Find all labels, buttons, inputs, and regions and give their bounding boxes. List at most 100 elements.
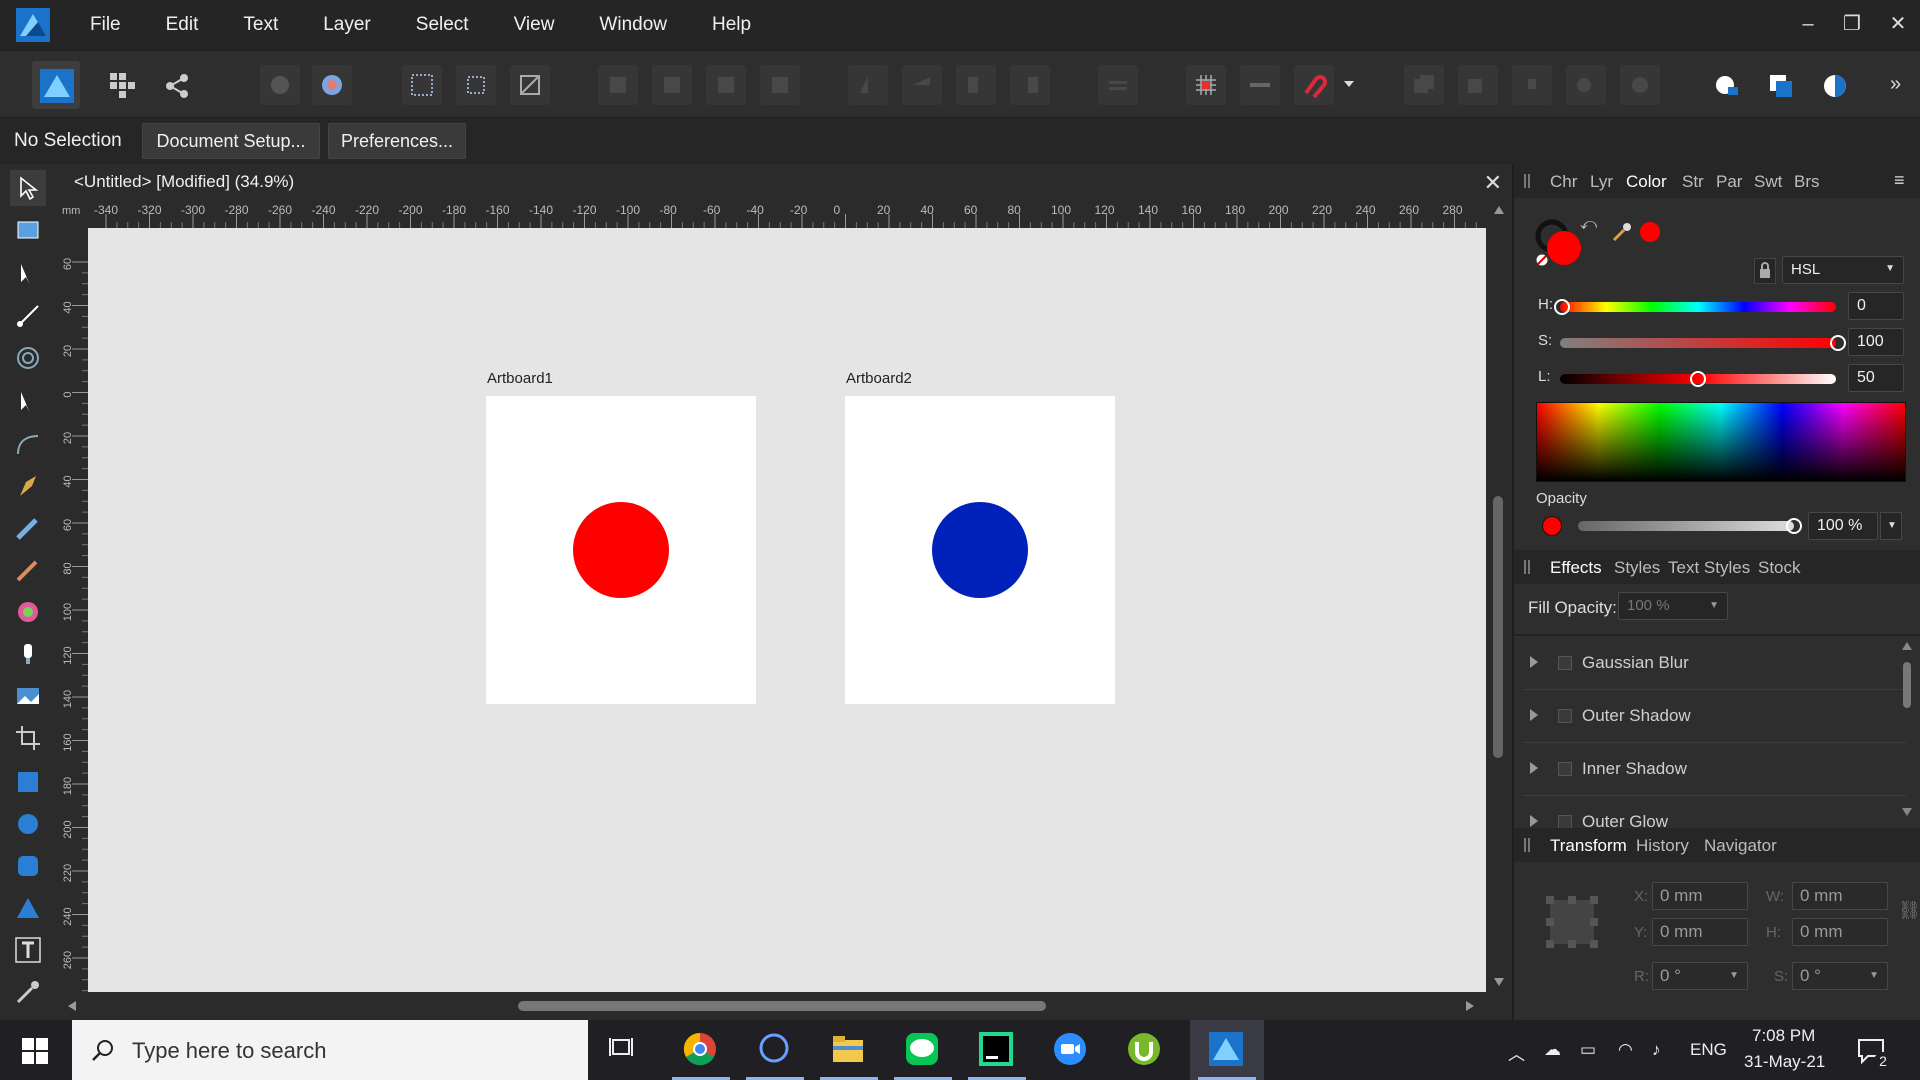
panel-menu-icon[interactable]: ≡ bbox=[1894, 170, 1905, 191]
panel-grip-icon[interactable] bbox=[1524, 560, 1530, 574]
onedrive-cloud-icon[interactable]: ☁ bbox=[1544, 1040, 1561, 1060]
tab-stock[interactable]: Stock bbox=[1758, 558, 1801, 578]
affinity-designer-taskbar-button[interactable] bbox=[1190, 1020, 1264, 1080]
menu-layer[interactable]: Layer bbox=[323, 14, 371, 36]
point-transform-tool[interactable] bbox=[10, 298, 46, 334]
snapping-grid-button[interactable] bbox=[1186, 65, 1226, 105]
assets-button[interactable] bbox=[260, 65, 300, 105]
task-view-button[interactable] bbox=[588, 1020, 662, 1080]
effect-inner-shadow[interactable]: Inner Shadow bbox=[1522, 744, 1906, 796]
menu-file[interactable]: File bbox=[90, 14, 121, 36]
effect-checkbox[interactable] bbox=[1558, 656, 1572, 670]
subtract-boolean-button[interactable] bbox=[1458, 65, 1498, 105]
menu-window[interactable]: Window bbox=[599, 14, 667, 36]
color-spectrum[interactable] bbox=[1536, 402, 1906, 482]
zoom-taskbar-button[interactable] bbox=[1034, 1020, 1108, 1080]
tab-paragraph[interactable]: Par bbox=[1716, 172, 1742, 192]
link-proportions-icon[interactable]: ⛓ bbox=[1898, 900, 1920, 921]
pen-tool[interactable] bbox=[10, 426, 46, 462]
toolbar-overflow-icon[interactable]: » bbox=[1890, 73, 1901, 96]
rotate-left-button[interactable] bbox=[956, 65, 996, 105]
select-all-button[interactable] bbox=[402, 65, 442, 105]
rotation-field[interactable]: 0 ° ▼ bbox=[1652, 962, 1748, 990]
effect-outer-shadow[interactable]: Outer Shadow bbox=[1522, 691, 1906, 743]
crop-tool[interactable] bbox=[10, 720, 46, 756]
tab-history[interactable]: History bbox=[1636, 836, 1689, 856]
opacity-slider-knob[interactable] bbox=[1786, 518, 1802, 534]
insert-inside-button[interactable] bbox=[1706, 65, 1746, 105]
effect-checkbox[interactable] bbox=[1558, 815, 1572, 828]
move-tool[interactable] bbox=[10, 170, 46, 206]
add-boolean-button[interactable] bbox=[1404, 65, 1444, 105]
hue-slider-knob[interactable] bbox=[1554, 299, 1570, 315]
tab-character[interactable]: Chr bbox=[1550, 172, 1577, 192]
shear-field[interactable]: 0 ° ▼ bbox=[1792, 962, 1888, 990]
rounded-rectangle-tool[interactable] bbox=[10, 848, 46, 884]
datagrip-taskbar-button[interactable] bbox=[960, 1020, 1034, 1080]
expand-arrow-icon[interactable] bbox=[1530, 762, 1538, 774]
y-field[interactable]: 0 mm bbox=[1652, 918, 1748, 946]
artboard2-label[interactable]: Artboard2 bbox=[846, 370, 912, 387]
canvas[interactable]: Artboard1 Artboard2 bbox=[88, 228, 1486, 992]
signal-taskbar-button[interactable] bbox=[738, 1020, 812, 1080]
x-field[interactable]: 0 mm bbox=[1652, 882, 1748, 910]
menu-edit[interactable]: Edit bbox=[166, 14, 199, 36]
height-field[interactable]: 0 mm bbox=[1792, 918, 1888, 946]
color-mode-select[interactable]: HSL ▼ bbox=[1782, 256, 1904, 284]
scroll-right-icon[interactable] bbox=[1466, 1001, 1474, 1011]
battery-icon[interactable]: ▭ bbox=[1580, 1040, 1596, 1060]
snapping-magnet-button[interactable] bbox=[1294, 65, 1334, 105]
expand-arrow-icon[interactable] bbox=[1530, 709, 1538, 721]
tab-color[interactable]: Color bbox=[1626, 172, 1667, 192]
effect-checkbox[interactable] bbox=[1558, 709, 1572, 723]
divide-boolean-button[interactable] bbox=[1620, 65, 1660, 105]
ellipse-tool[interactable] bbox=[10, 806, 46, 842]
export-persona-button[interactable] bbox=[156, 65, 196, 105]
opacity-value-field[interactable]: 100 % bbox=[1808, 512, 1878, 540]
saturation-value-field[interactable]: 100 bbox=[1848, 328, 1904, 356]
vertical-scroll-thumb[interactable] bbox=[1493, 496, 1503, 758]
saturation-slider[interactable] bbox=[1560, 338, 1836, 348]
designer-persona-button[interactable] bbox=[32, 61, 80, 109]
effects-scroll-thumb[interactable] bbox=[1903, 662, 1911, 708]
tab-navigator[interactable]: Navigator bbox=[1704, 836, 1777, 856]
horizontal-scrollbar[interactable] bbox=[60, 992, 1512, 1020]
restore-icon[interactable]: ❐ bbox=[1840, 12, 1864, 36]
menu-help[interactable]: Help bbox=[712, 14, 751, 36]
input-language[interactable]: ENG bbox=[1690, 1040, 1727, 1060]
eyedropper-icon[interactable] bbox=[1610, 220, 1634, 244]
align-button[interactable] bbox=[1098, 65, 1138, 105]
opacity-slider[interactable] bbox=[1578, 521, 1794, 531]
artboard-tool[interactable] bbox=[10, 212, 46, 248]
hue-slider[interactable] bbox=[1560, 302, 1836, 312]
tab-styles[interactable]: Styles bbox=[1614, 558, 1660, 578]
rectangle-tool[interactable] bbox=[10, 764, 46, 800]
close-document-icon[interactable]: ✕ bbox=[1484, 170, 1502, 196]
scroll-left-icon[interactable] bbox=[68, 1001, 76, 1011]
volume-icon[interactable]: ♪ bbox=[1652, 1040, 1661, 1060]
tab-stroke[interactable]: Str bbox=[1682, 172, 1704, 192]
contour-tool[interactable] bbox=[10, 340, 46, 376]
move-to-front-button[interactable] bbox=[760, 65, 800, 105]
opacity-dropdown-button[interactable]: ▼ bbox=[1880, 512, 1902, 540]
windows-start-icon[interactable] bbox=[22, 1038, 48, 1064]
text-tool[interactable] bbox=[10, 932, 46, 968]
saturation-slider-knob[interactable] bbox=[1830, 335, 1846, 351]
vertical-scrollbar[interactable] bbox=[1486, 202, 1512, 992]
flip-horizontal-button[interactable] bbox=[848, 65, 888, 105]
minimize-icon[interactable]: – bbox=[1796, 12, 1820, 36]
taskbar-search-box[interactable]: Type here to search bbox=[72, 1020, 588, 1080]
rotate-right-button[interactable] bbox=[1010, 65, 1050, 105]
expand-arrow-icon[interactable] bbox=[1530, 656, 1538, 668]
menu-view[interactable]: View bbox=[514, 14, 555, 36]
clock-date[interactable]: 31-May-21 bbox=[1744, 1052, 1825, 1072]
document-tab[interactable]: <Untitled> [Modified] (34.9%) ✕ bbox=[60, 164, 1512, 202]
menu-select[interactable]: Select bbox=[416, 14, 469, 36]
tab-swatches[interactable]: Swt bbox=[1754, 172, 1782, 192]
show-hidden-icons-icon[interactable]: ︿ bbox=[1508, 1040, 1525, 1065]
anchor-point-selector-icon[interactable] bbox=[1544, 894, 1600, 950]
fill-tool[interactable] bbox=[10, 594, 46, 630]
hue-value-field[interactable]: 0 bbox=[1848, 292, 1904, 320]
picked-color-swatch[interactable] bbox=[1640, 222, 1660, 242]
flip-vertical-button[interactable] bbox=[902, 65, 942, 105]
